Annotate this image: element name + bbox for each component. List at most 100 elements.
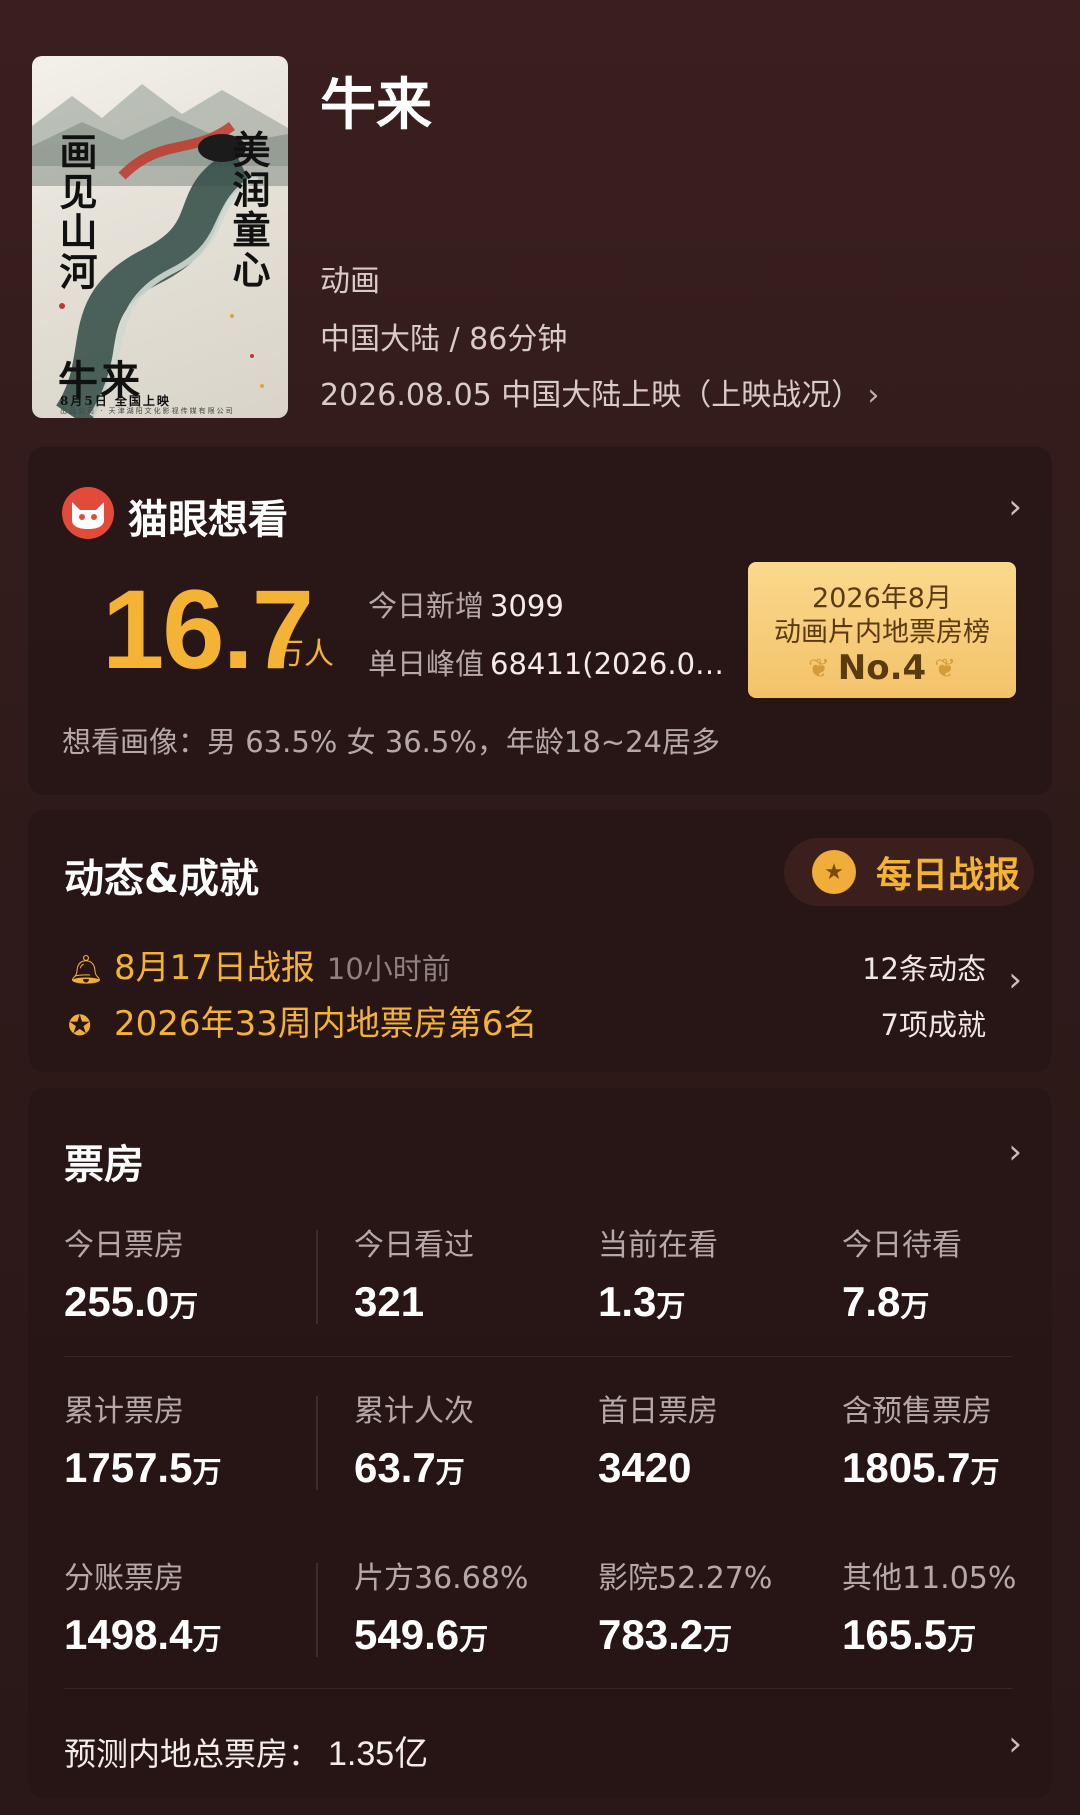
- stat-label: 累计票房: [64, 1394, 184, 1429]
- stat-unit: 万: [703, 1624, 733, 1656]
- stat-value: 7.8: [842, 1278, 901, 1325]
- column-divider: [316, 1230, 318, 1324]
- daily-peak-stat: 单日峰值 68411(2026.0…: [368, 641, 762, 683]
- stat-unit: 万: [947, 1624, 977, 1656]
- want-to-see-unit: 万人: [274, 637, 334, 672]
- latest-report-text: 8月17日战报: [114, 948, 315, 988]
- forecast-value: 1.35亿: [328, 1735, 429, 1773]
- stat-cell: 累计票房 1757.5万: [64, 1386, 221, 1492]
- stat-value: 1.3: [598, 1278, 657, 1325]
- movie-title: 牛来: [320, 73, 432, 138]
- stat-label: 其他11.05%: [842, 1561, 1017, 1596]
- box-office-row-total: 累计票房 1757.5万 累计人次 63.7万 首日票房 3420 含预售票房 1805…: [28, 1386, 1052, 1516]
- stat-cell: 累计人次 63.7万: [354, 1386, 474, 1492]
- stat-cell: 当前在看 1.3万: [598, 1220, 718, 1326]
- stat-unit: 万: [656, 1291, 686, 1323]
- medal-icon: ★: [812, 850, 856, 894]
- maoyan-cat-icon: [62, 487, 114, 539]
- box-office-row-split: 分账票房 1498.4万 片方36.68% 549.6万 影院52.27% 783.2…: [28, 1553, 1052, 1683]
- box-office-card[interactable]: 票房 › 今日票房 255.0万 今日看过 321 当前在看 1.3万 今日待看 7.8…: [28, 1088, 1052, 1798]
- box-office-rank-badge[interactable]: 2026年8月 动画片内地票房榜 ❦ No.4 ❦: [748, 562, 1016, 698]
- stat-cell: 首日票房 3420: [598, 1386, 718, 1492]
- stat-label: 含预售票房: [842, 1394, 992, 1429]
- movie-release-link[interactable]: 2026.08.05 中国大陆上映（上映战况） ›: [320, 370, 879, 414]
- chevron-right-icon: ›: [1008, 960, 1022, 1000]
- poster-calligraphy-left: 画见山河: [53, 132, 98, 292]
- stat-label: 分账票房: [64, 1561, 184, 1596]
- chevron-right-icon: ›: [1008, 1132, 1022, 1172]
- stat-unit: 万: [192, 1624, 222, 1656]
- laurel-right-icon: ❦: [934, 654, 956, 684]
- stat-unit: 万: [169, 1291, 199, 1323]
- row-divider: [64, 1356, 1012, 1357]
- box-office-title: 票房: [64, 1142, 144, 1188]
- achievement-text: 2026年33周内地票房第6名: [114, 1004, 538, 1044]
- stat-value: 1805.7: [842, 1444, 971, 1491]
- daily-report-button[interactable]: ★ 每日战报: [784, 838, 1034, 906]
- stat-label: 今日看过: [354, 1228, 474, 1263]
- stat-cell: 分账票房 1498.4万: [64, 1553, 221, 1659]
- poster-calligraphy-right: 美润童心: [226, 130, 271, 290]
- poster-credits: 出品公司 · 天津湖阳文化影视传媒有限公司: [60, 407, 235, 415]
- movie-genre: 动画: [320, 264, 380, 299]
- rank-value: No.4: [837, 648, 927, 688]
- stat-cell: 今日待看 7.8万: [842, 1220, 962, 1326]
- stat-label: 影院52.27%: [598, 1561, 773, 1596]
- stat-label: 首日票房: [598, 1394, 718, 1429]
- latest-report-row[interactable]: 🔔︎ 8月17日战报 10小时前: [68, 940, 451, 989]
- stat-cell: 今日票房 255.0万: [64, 1220, 198, 1326]
- release-text: 2026.08.05 中国大陆上映（上映战况）: [320, 378, 862, 413]
- daily-peak-label: 单日峰值: [368, 647, 485, 681]
- stat-label: 当前在看: [598, 1228, 718, 1263]
- achievement-row[interactable]: ✪ 2026年33周内地票房第6名: [68, 996, 537, 1045]
- box-office-row-today: 今日票房 255.0万 今日看过 321 当前在看 1.3万 今日待看 7.8万: [28, 1220, 1052, 1350]
- stat-unit: 万: [970, 1457, 1000, 1489]
- latest-report-time: 10小时前: [326, 952, 451, 986]
- stat-value: 255.0: [64, 1278, 170, 1325]
- rank-category: 动画片内地票房榜: [774, 617, 990, 648]
- stat-cell: 今日看过 321: [354, 1220, 474, 1326]
- row-divider: [64, 1688, 1012, 1689]
- chevron-right-icon: ›: [1008, 1724, 1022, 1764]
- stat-cell: 片方36.68% 549.6万: [354, 1553, 528, 1659]
- stat-label: 累计人次: [354, 1394, 474, 1429]
- medal-small-icon: ✪: [68, 1009, 92, 1042]
- movie-detail-page: 画见山河 美润童心 牛来 8月5日 全国上映 出品公司 · 天津湖阳文化影视传媒…: [0, 0, 1080, 1815]
- stat-value: 321: [354, 1278, 425, 1325]
- movie-poster[interactable]: 画见山河 美润童心 牛来 8月5日 全国上映 出品公司 · 天津湖阳文化影视传媒…: [32, 56, 288, 418]
- stat-value: 1757.5: [64, 1444, 193, 1491]
- stat-cell: 影院52.27% 783.2万: [598, 1553, 772, 1659]
- forecast-label: 预测内地总票房：: [64, 1735, 321, 1773]
- chevron-right-icon: ›: [867, 378, 880, 413]
- stat-cell: 含预售票房 1805.7万: [842, 1386, 999, 1492]
- daily-peak-value: 68411(2026.0…: [490, 647, 725, 681]
- stat-value: 3420: [598, 1444, 692, 1491]
- daily-report-label: 每日战报: [876, 855, 1021, 896]
- today-new-stat: 今日新增 3099: [368, 583, 564, 625]
- today-new-label: 今日新增: [368, 589, 485, 623]
- stat-value: 1498.4: [64, 1611, 193, 1658]
- stat-unit: 万: [435, 1457, 465, 1489]
- stat-unit: 万: [459, 1624, 489, 1656]
- stat-value: 63.7: [354, 1444, 436, 1491]
- stat-unit: 万: [192, 1457, 222, 1489]
- dynamics-count: 12条动态: [862, 952, 986, 986]
- stat-label: 今日票房: [64, 1228, 184, 1263]
- stat-value: 165.5: [842, 1611, 948, 1658]
- stat-cell: 其他11.05% 165.5万: [842, 1553, 1016, 1659]
- achievements-count: 7项成就: [880, 1008, 986, 1042]
- want-to-see-title: 猫眼想看: [128, 497, 288, 543]
- chevron-right-icon: ›: [1008, 487, 1022, 527]
- forecast-row[interactable]: 预测内地总票房： 1.35亿: [64, 1726, 428, 1775]
- movie-region-duration: 中国大陆 / 86分钟: [320, 322, 568, 357]
- audience-portrait: 想看画像：男 63.5% 女 36.5%，年龄18~24居多: [62, 725, 721, 759]
- bell-icon: 🔔︎: [68, 953, 104, 986]
- want-to-see-card[interactable]: 猫眼想看 › 16.7 万人 今日新增 3099 单日峰值 68411(2026.0…: [28, 447, 1052, 795]
- column-divider: [316, 1563, 318, 1657]
- dynamics-title: 动态&成就: [64, 856, 259, 902]
- dynamics-card[interactable]: 动态&成就 ★ 每日战报 🔔︎ 8月17日战报 10小时前 ✪ 2026年33周内地票…: [28, 810, 1052, 1072]
- stat-label: 今日待看: [842, 1228, 962, 1263]
- column-divider: [316, 1396, 318, 1490]
- stat-value: 783.2: [598, 1611, 704, 1658]
- stat-label: 片方36.68%: [354, 1561, 529, 1596]
